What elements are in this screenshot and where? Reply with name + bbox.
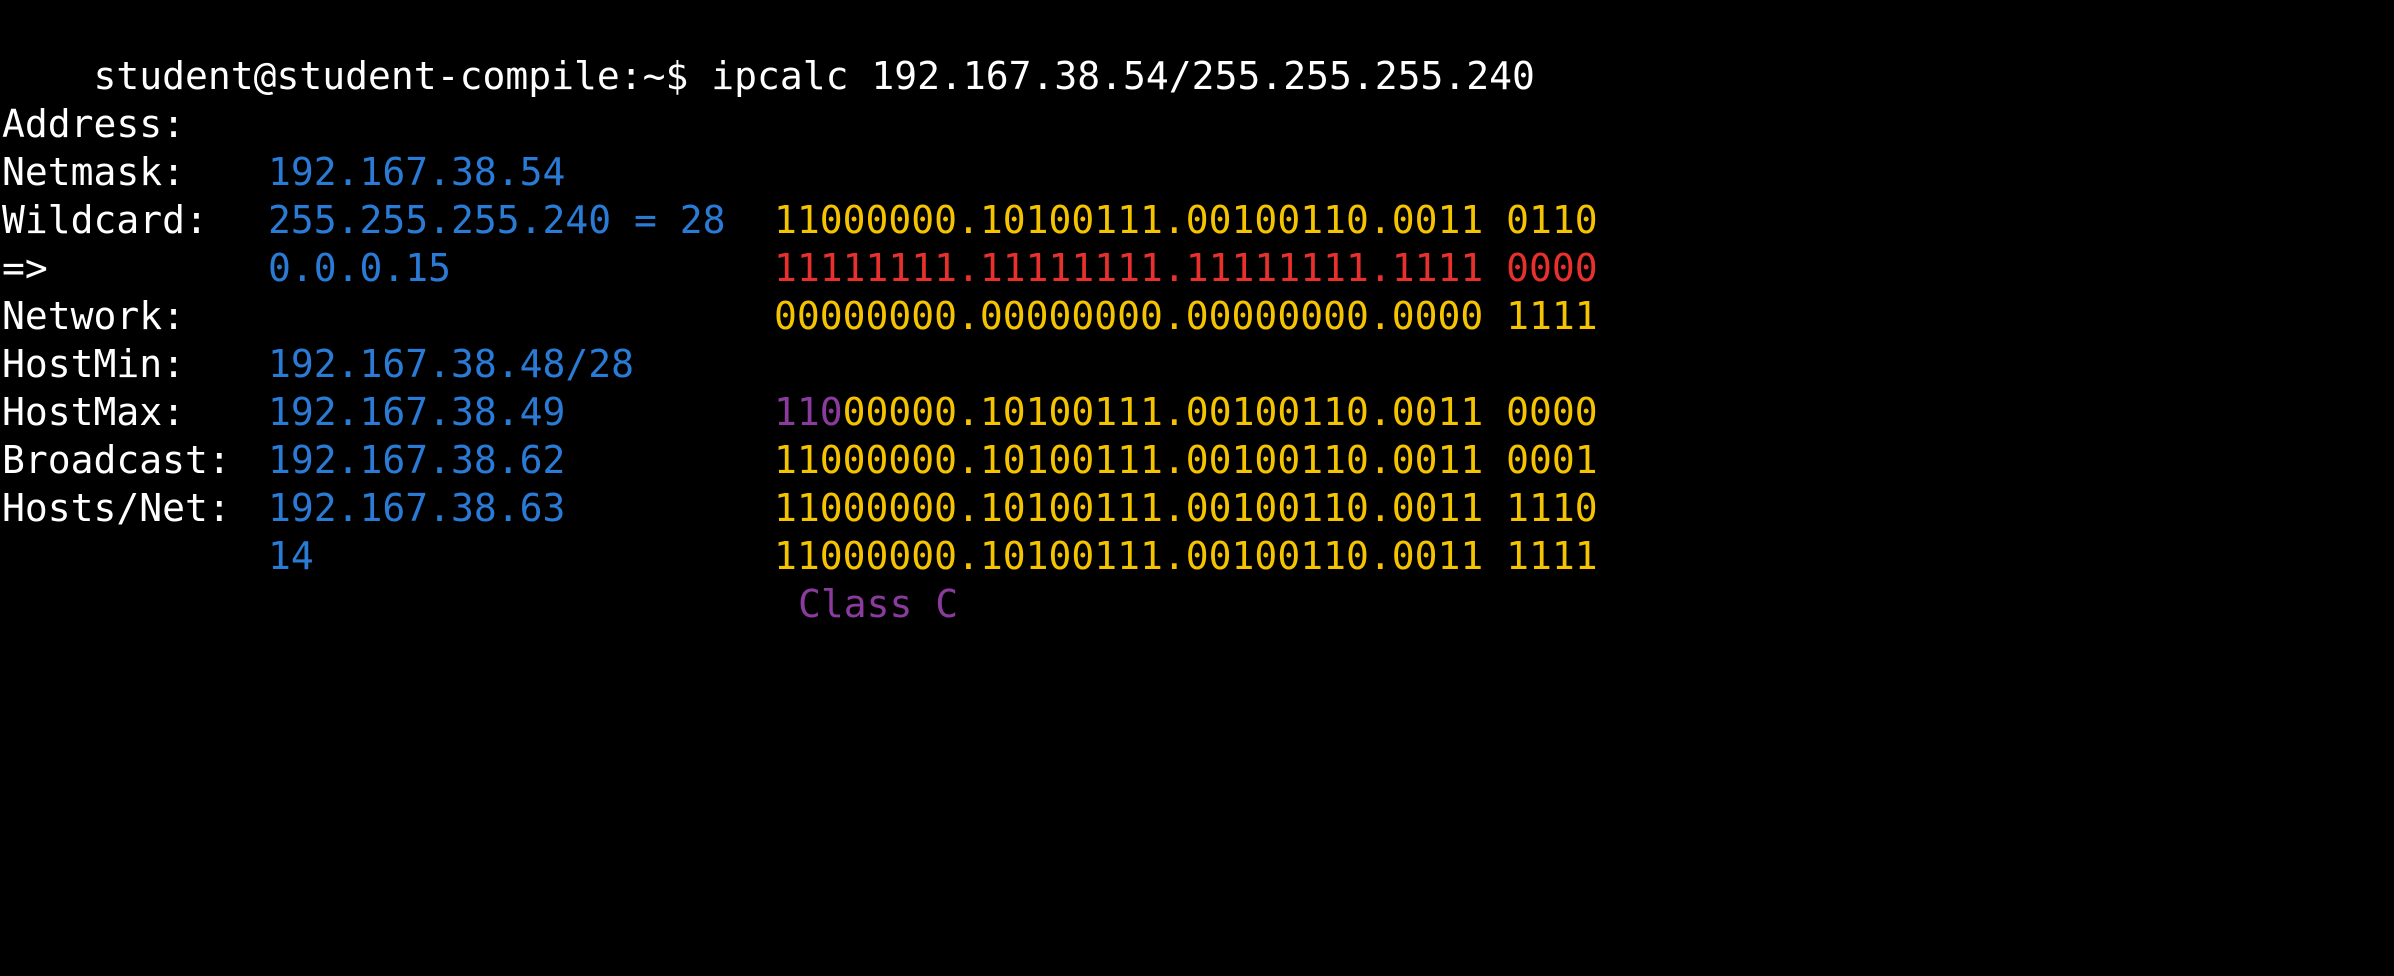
network-binary-head: 00000.10100111.00100110.0011 [842,390,1484,434]
hostmin-row: HostMin: 192.167.38.49 11000000.10100111… [2,292,1598,482]
hosts-label: Hosts/Net: [2,486,231,530]
hosts-row: Hosts/Net: 14 Class C [2,436,958,626]
network-value: 192.167.38.48/28 [268,342,635,386]
network-class-bits: 110 [774,390,843,434]
prompt-user-host: student@student-compile [93,54,620,98]
address-row: Address: 192.167.38.54 11000000.10100111… [2,52,1598,242]
hostmin-value: 192.167.38.49 [268,390,566,434]
broadcast-row: Broadcast: 192.167.38.63 11000000.101001… [2,388,1598,578]
netmask-binary: 11111111.11111111.11111111.1111 0000 [774,244,1598,292]
hosts-value: 14 [268,534,314,578]
address-value: 192.167.38.54 [268,150,566,194]
hostmax-binary-tail: 1110 [1506,486,1598,530]
arrow-row: => [2,196,94,290]
network-binary-tail: 0000 [1506,390,1598,434]
broadcast-binary: 11000000.10100111.00100110.0011 1111 [774,532,1598,580]
class-badge: Class C [798,582,959,626]
wildcard-row: Wildcard: 0.0.0.15 00000000.00000000.000… [2,148,1598,338]
prompt-line: student@student-compile:~$ ipcalc 192.16… [2,4,1535,98]
netmask-binary-tail: 0000 [1506,246,1598,290]
terminal-window[interactable]: student@student-compile:~$ ipcalc 192.16… [0,0,2394,626]
netmask-value: 255.255.255.240 = 28 [268,198,726,242]
hostmax-row: HostMax: 192.167.38.62 11000000.10100111… [2,340,1598,530]
wildcard-binary-head: 00000000.00000000.00000000.0000 [774,294,1484,338]
hostmin-binary: 11000000.10100111.00100110.0011 0001 [774,436,1598,484]
wildcard-binary-tail: 1111 [1506,294,1598,338]
hostmax-binary-head: 11000000.10100111.00100110.0011 [774,486,1484,530]
hostmax-binary: 11000000.10100111.00100110.0011 1110 [774,484,1598,532]
prompt-path: :~$ [619,54,689,98]
hostmin-binary-tail: 0001 [1506,438,1598,482]
broadcast-binary-tail: 1111 [1506,534,1598,578]
wildcard-binary: 00000000.00000000.00000000.0000 1111 [774,292,1598,340]
network-binary: 11000000.10100111.00100110.0011 0000 [774,388,1598,436]
netmask-row: Netmask: 255.255.255.240 = 28 11111111.1… [2,100,1598,290]
address-binary: 11000000.10100111.00100110.0011 0110 [774,196,1598,244]
broadcast-value: 192.167.38.63 [268,486,566,530]
command-text: ipcalc 192.167.38.54/255.255.255.240 [711,54,1535,98]
hostmin-binary-head: 11000000.10100111.00100110.0011 [774,438,1484,482]
address-binary-tail: 0110 [1506,198,1598,242]
broadcast-binary-head: 11000000.10100111.00100110.0011 [774,534,1484,578]
hostmax-value: 192.167.38.62 [268,438,566,482]
network-row: Network: 192.167.38.48/28 11000000.10100… [2,244,1598,434]
netmask-binary-head: 11111111.11111111.11111111.1111 [774,246,1484,290]
address-binary-head: 11000000.10100111.00100110.0011 [774,198,1484,242]
wildcard-value: 0.0.0.15 [268,246,452,290]
